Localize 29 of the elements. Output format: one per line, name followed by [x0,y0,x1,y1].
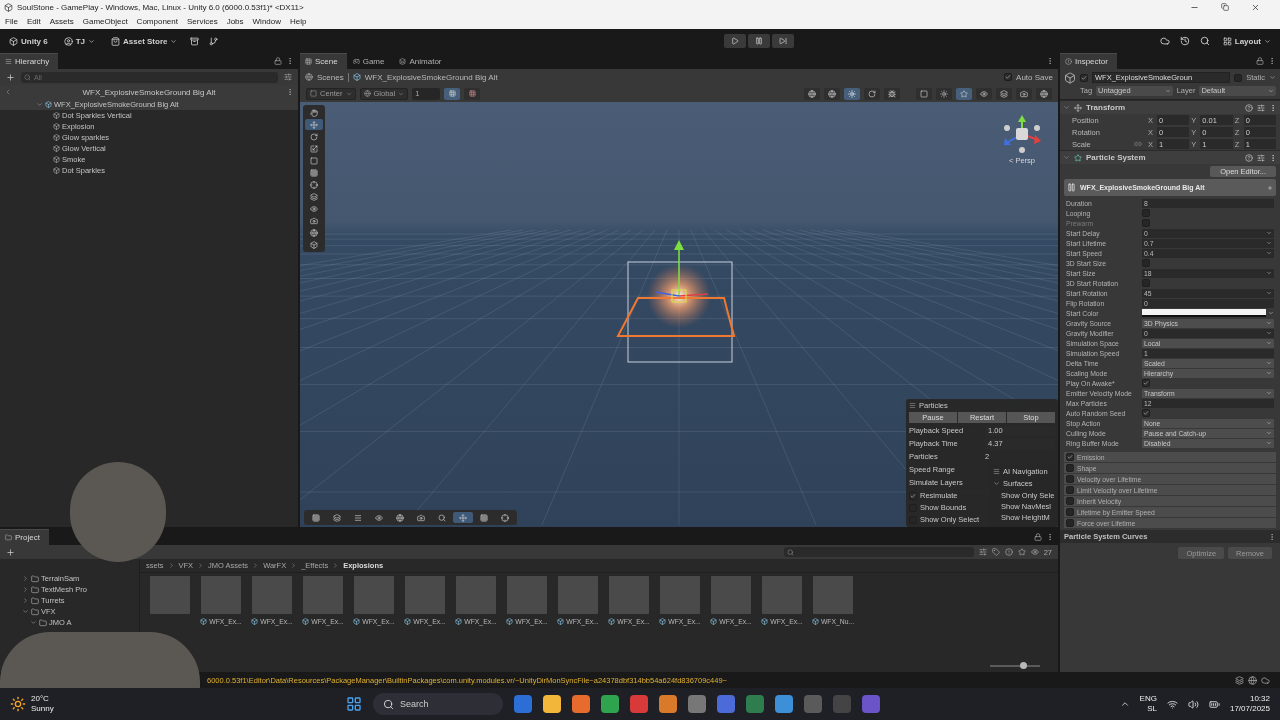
breadcrumb-link[interactable]: Scenes [317,72,344,82]
view-tab[interactable]: Scene [300,53,347,69]
checkbox-label: Auto Save [1016,72,1053,82]
account-button[interactable]: TJ [60,34,98,48]
project-tab[interactable]: Project [0,529,49,545]
menu-item[interactable]: Help [290,17,307,26]
hierarchy-tab[interactable]: Hierarchy [0,53,59,69]
breadcrumb-link[interactable]: WFX_ExplosiveSmokeGround Big Alt [364,72,498,82]
menu-item[interactable]: Assets [49,17,74,26]
unity-version-button[interactable]: Unity 6 [6,34,51,48]
keyboard-layout[interactable]: SL [1147,704,1157,714]
layout-button[interactable]: Layout [1219,34,1274,48]
clock-date[interactable]: 17/07/2025 [1229,704,1270,714]
language-code[interactable]: ENG [1139,694,1157,704]
menu-item[interactable]: Window [252,17,281,26]
menu-item[interactable]: Component [136,17,178,26]
temperature: 20°C [31,694,50,704]
menu-item[interactable]: Edit [26,17,41,26]
prefab-title: WFX_ExplosiveSmokeGround Big Alt [81,87,217,97]
clock-time[interactable]: 10:32 [1249,694,1270,704]
taskbar-search-field[interactable]: Search [373,693,503,715]
asset-store-button[interactable]: Asset Store [108,34,181,48]
menu-item[interactable]: Jobs [226,17,244,26]
menu-item[interactable]: Services [186,17,218,26]
inspector-tab[interactable]: Inspector [1060,53,1117,69]
menu-item[interactable]: File [5,17,18,26]
window-title: SoulStone - GamePlay - Windows, Mac, Linux - Unity 6.0 (6000.0.53f1)* <DX11> [17,2,305,12]
menu-item[interactable]: GameObject [82,17,128,26]
weather-condition: Sunny [31,704,54,714]
